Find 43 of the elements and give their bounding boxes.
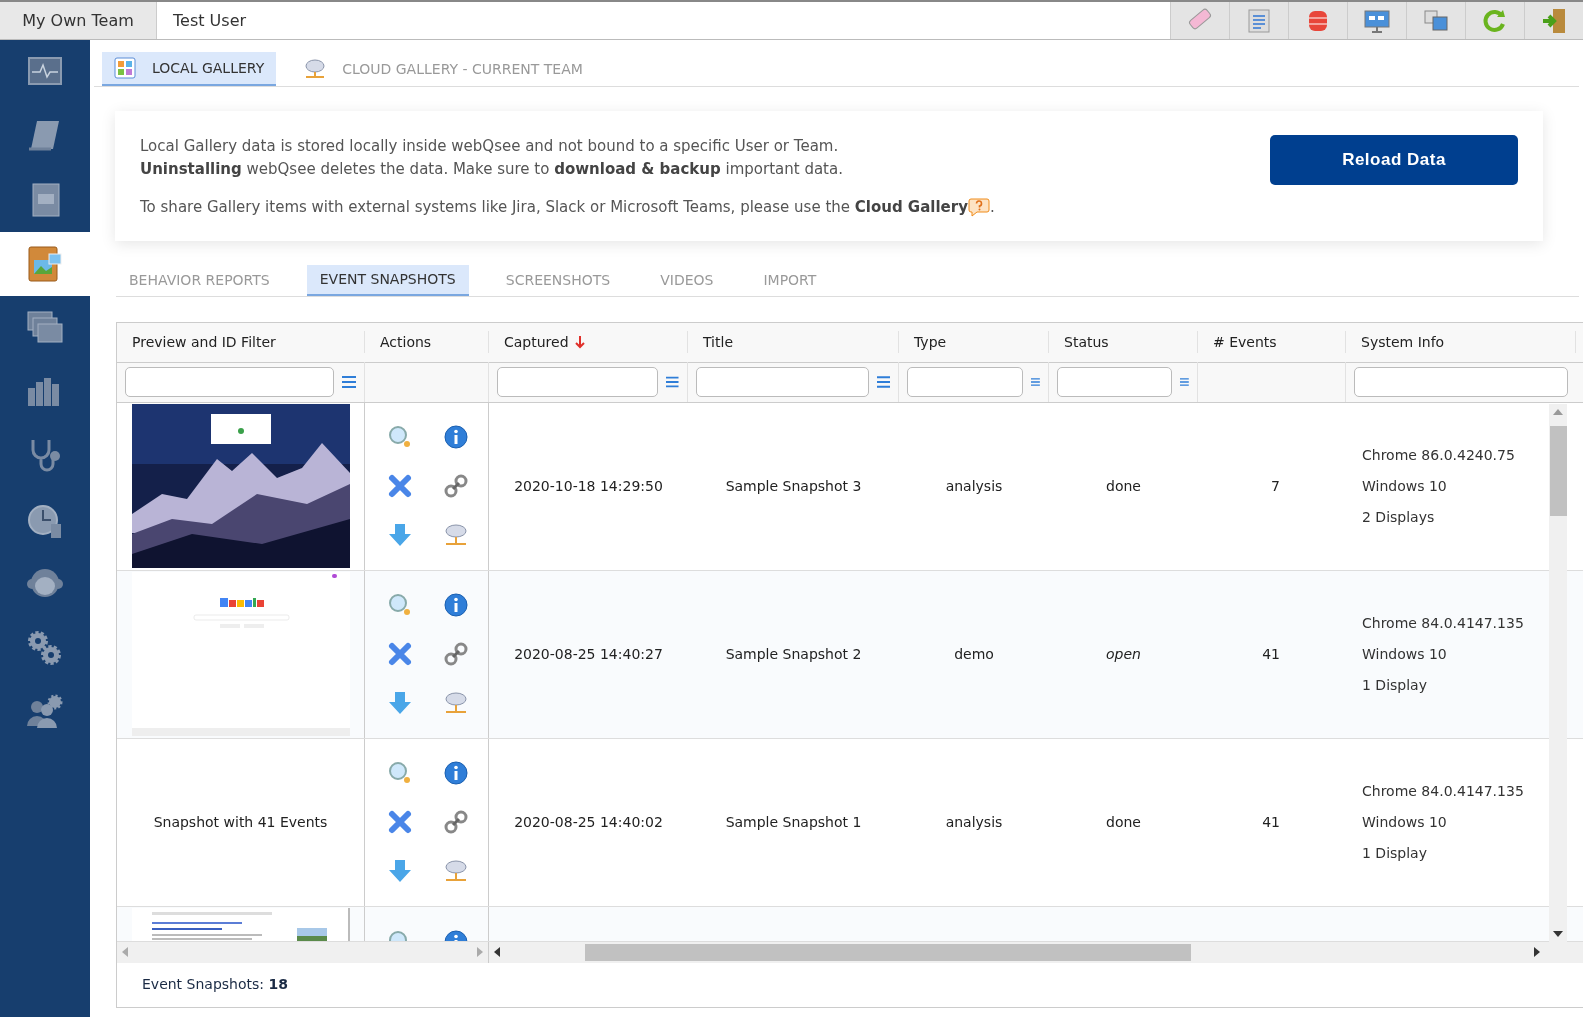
column-header: # Events xyxy=(1213,332,1277,352)
punctuation: . xyxy=(989,197,995,218)
column-header: Preview and ID Filter xyxy=(132,332,276,352)
preview-text: Snapshot with 41 Events xyxy=(153,812,328,832)
table-cell-text: Sample Snapshot 2 xyxy=(725,644,862,664)
table-cell-text: 41 xyxy=(1262,644,1280,664)
table-cell-text: Windows 10 xyxy=(1362,812,1447,832)
table-cell-text: done xyxy=(1106,476,1141,496)
table-cell-text: 2 Displays xyxy=(1362,507,1435,527)
column-header: Type xyxy=(914,332,947,352)
column-header: Title xyxy=(703,332,733,352)
table-cell-text: Chrome 84.0.4147.135 xyxy=(1362,781,1524,801)
info-text: Uninstalling webQsee deletes the data. Make sure to download & backup important data. xyxy=(140,158,844,180)
table-cell-text: Windows 10 xyxy=(1362,644,1447,664)
column-header: Actions xyxy=(380,332,432,352)
table-cell-text: 2020-10-18 14:29:50 xyxy=(514,476,663,496)
table-cell-text: 2020-08-25 14:40:02 xyxy=(514,812,663,832)
table-cell-text: Sample Snapshot 1 xyxy=(725,812,862,832)
user-name: Test User xyxy=(172,9,248,32)
column-header: Status xyxy=(1064,332,1109,352)
gallery-section-tab[interactable]: EVENT SNAPSHOTS xyxy=(306,264,469,296)
table-cell-text: open xyxy=(1106,644,1141,664)
table-cell-text: 1 Display xyxy=(1362,675,1427,695)
table-cell-text: demo xyxy=(954,644,994,664)
table-cell-text: analysis xyxy=(945,476,1003,496)
table-cell-text: Chrome 86.0.4240.75 xyxy=(1362,445,1515,465)
info-text: To share Gallery items with external systems like Jira, Slack or Microsoft Teams, please use the Cloud Gallery xyxy=(140,197,968,218)
table-cell-text: 1 Display xyxy=(1362,843,1427,863)
info-text: Local Gallery data is stored locally inside webQsee and not bound to a specific User or Team. xyxy=(140,136,840,157)
column-header: System Info xyxy=(1361,332,1445,352)
record-count: Event Snapshots: 18 xyxy=(142,975,288,994)
team-name[interactable]: My Own Team xyxy=(0,2,157,39)
table-cell-text: done xyxy=(1106,812,1141,832)
gallery-tab[interactable]: LOCAL GALLERY xyxy=(102,52,277,86)
table-cell-text: Sample Snapshot 3 xyxy=(725,476,862,496)
table-cell-text: analysis xyxy=(945,812,1003,832)
table-cell-text: 2020-08-25 14:40:27 xyxy=(514,644,663,664)
table-cell-text: Chrome 84.0.4147.135 xyxy=(1362,613,1524,633)
table-cell-text: 7 xyxy=(1271,476,1280,496)
table-cell-text: Windows 10 xyxy=(1362,476,1447,496)
column-header[interactable]: Captured xyxy=(504,331,569,353)
reload-button[interactable]: Reload Data xyxy=(1270,135,1518,185)
table-cell-text: 41 xyxy=(1262,812,1280,832)
